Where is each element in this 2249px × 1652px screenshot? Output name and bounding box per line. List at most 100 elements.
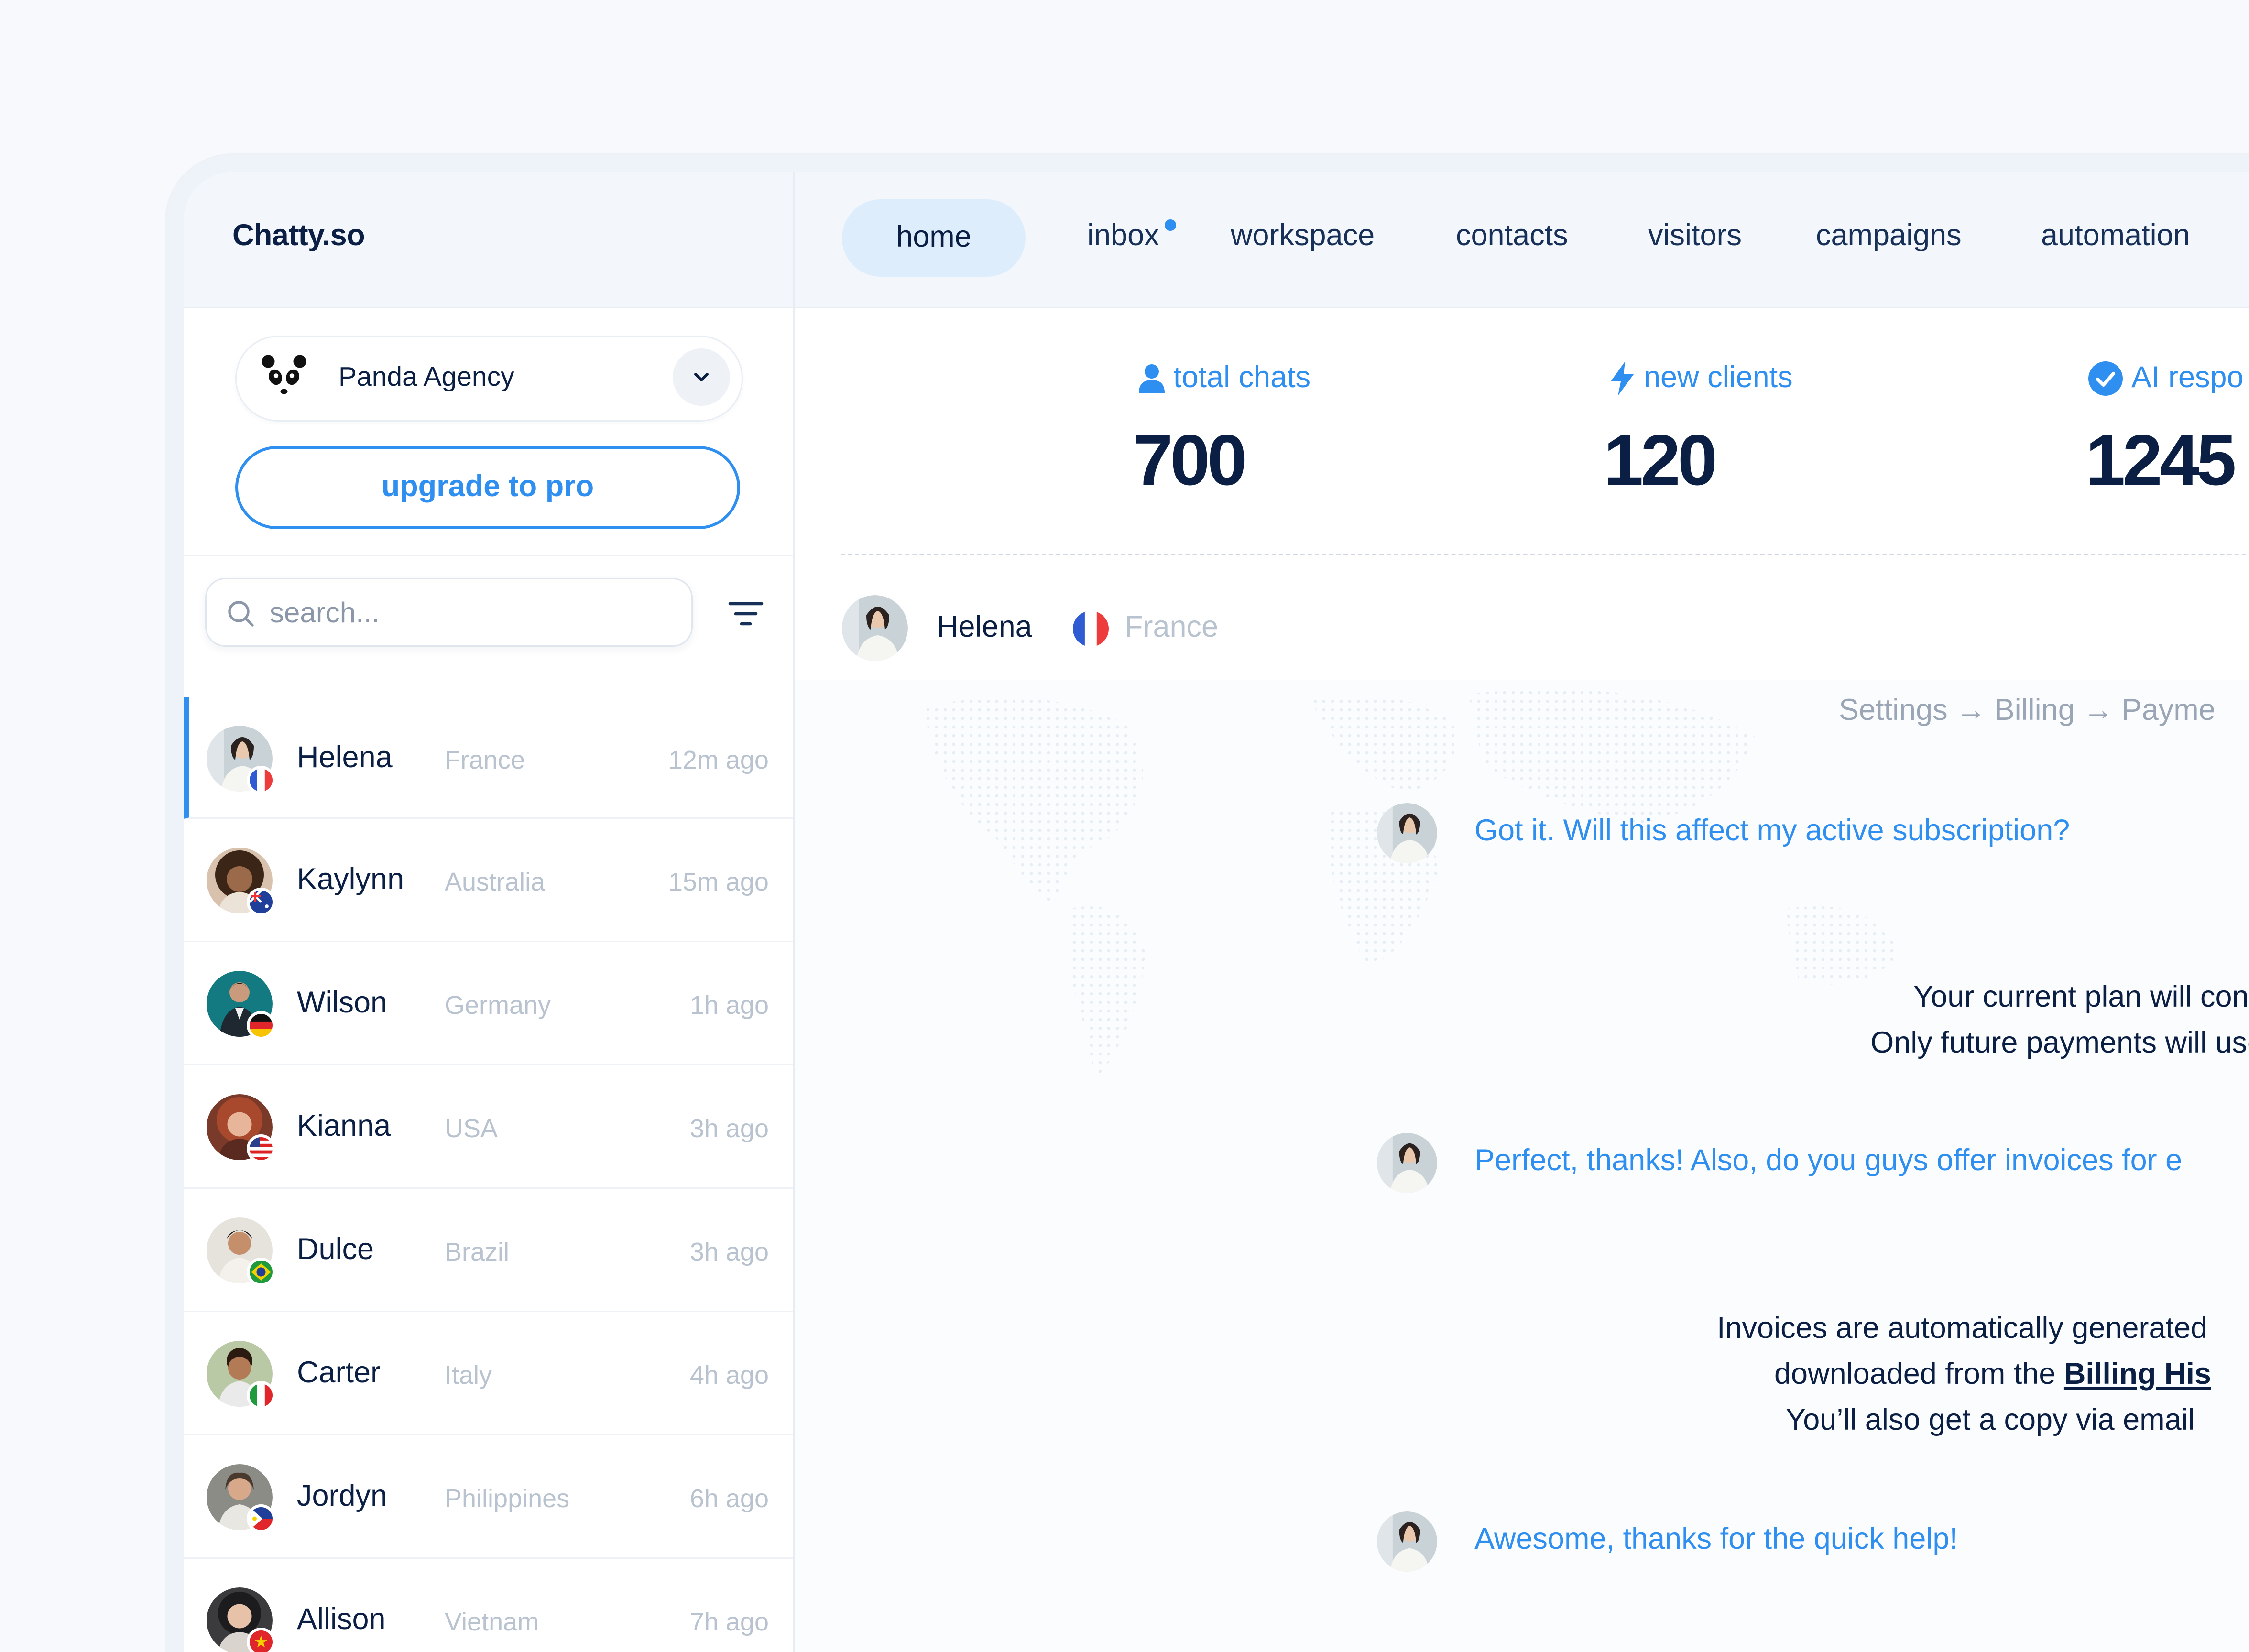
agent-reply: Invoices are automatically generated dow… [1717,1306,2211,1444]
org-switcher[interactable]: Panda Agency [235,336,743,422]
search-icon [228,601,254,627]
reply-line: Only future payments will use t [1870,1027,2249,1060]
message-text: Got it. Will this affect my active subsc… [1474,815,2070,848]
contact-name: Kianna [297,1110,391,1143]
contact-time: 6h ago [689,1484,769,1513]
contact-name: Jordyn [297,1480,388,1513]
stat-value-new-clients: 120 [1604,420,1717,500]
brand-logo[interactable]: Chatty.so [232,219,365,254]
contact-country: Vietnam [445,1608,539,1636]
chat-contact-name: Helena [937,611,1032,644]
nav-contacts[interactable]: contacts [1456,219,1568,254]
contact-time: 3h ago [689,1238,769,1266]
contact-name: Dulce [297,1233,374,1266]
org-name: Panda Agency [338,363,514,393]
contact-name: Helena [297,741,393,774]
filter-icon[interactable] [726,597,766,631]
nav-workspace[interactable]: workspace [1231,219,1375,254]
search-box[interactable] [205,578,693,647]
flag-australia-icon [247,888,275,916]
contact-time: 15m ago [668,868,769,896]
contact-name: Allison [297,1603,386,1636]
stat-label-text: AI respo [2131,361,2244,394]
dashed-divider [841,554,2249,555]
stat-value-total-chats: 700 [1133,420,1247,500]
contact-country: Philippines [445,1484,570,1513]
stage: Chatty.so Panda Agency upgrade to pro se… [0,0,2249,1652]
stat-label-total-chats: total chats [1139,361,1310,396]
contact-row[interactable]: Allison Vietnam 7h ago [184,1559,793,1652]
contact-row[interactable]: Jordyn Philippines 6h ago [184,1435,793,1559]
contact-country: Brazil [445,1238,510,1266]
avatar [207,848,275,916]
contact-name: Carter [297,1357,381,1390]
avatar [207,1217,275,1286]
stat-label-new-clients: new clients [1609,361,1793,396]
contact-country: Italy [445,1361,492,1390]
reply-line: downloaded from the Billing His [1717,1352,2211,1398]
panda-icon [262,355,306,402]
brand-bar: Chatty.so [184,172,793,308]
message-avatar [1377,1511,1437,1572]
avatar [207,1341,275,1410]
breadcrumb: Settings → Billing → Payme [1839,694,2216,727]
flag-italy-icon [247,1381,275,1410]
message-avatar [1377,803,1437,863]
chat-contact-country: France [1124,611,1219,644]
nav-home[interactable]: home [842,199,1026,277]
message-text: Perfect, thanks! Also, do you guys offer… [1474,1144,2183,1177]
stat-label-ai-responses: AI respo [2088,361,2244,396]
contact-time: 1h ago [689,991,769,1020]
nav-automation[interactable]: automation [2041,219,2190,254]
app-window: Chatty.so Panda Agency upgrade to pro se… [184,172,2249,1652]
flag-vietnam-icon [247,1628,275,1652]
bolt-icon [1611,361,1634,396]
contact-time: 7h ago [689,1608,769,1636]
avatar [207,971,275,1040]
chevron-down-icon [694,373,709,381]
chat-header: Helena France [795,556,2249,681]
contact-country: France [445,746,525,774]
contact-list: Helena France 12m ago Kaylynn Australia … [184,697,793,1652]
sidebar: Chatty.so Panda Agency upgrade to pro se… [184,172,795,1652]
contact-row[interactable]: Carter Italy 4h ago [184,1312,793,1435]
contact-row[interactable]: Dulce Brazil 3h ago [184,1189,793,1312]
contact-row[interactable]: Wilson Germany 1h ago [184,942,793,1065]
flag-france-icon [1073,611,1109,647]
user-icon [1139,364,1165,393]
search-input[interactable] [267,591,674,637]
stat-label-text: total chats [1173,361,1311,394]
contact-row[interactable]: Kaylynn Australia 15m ago [184,819,793,942]
message-avatar [1377,1133,1437,1193]
flag-philippines-icon [247,1504,275,1533]
flag-germany-icon [247,1011,275,1040]
reply-line: Invoices are automatically generated [1717,1312,2208,1345]
contact-country: Germany [445,991,551,1020]
nav-inbox[interactable]: inbox [1087,219,1159,254]
upgrade-button[interactable]: upgrade to pro [235,446,740,529]
contact-row[interactable]: Helena France 12m ago [184,697,793,819]
reply-line: Your current plan will contin [1913,981,2249,1014]
billing-history-link[interactable]: Billing His [2064,1358,2211,1391]
contact-name: Kaylynn [297,863,404,896]
stats-panel: total chats 700 new clients 120 AI respo… [795,307,2249,565]
reply-line: You’ll also get a copy via email [1786,1404,2195,1437]
contact-time: 12m ago [668,746,769,774]
reply-text: downloaded from the [1774,1358,2064,1391]
nav-campaigns[interactable]: campaigns [1816,219,1962,254]
stat-label-text: new clients [1644,361,1793,394]
avatar [207,726,275,794]
contact-name: Wilson [297,987,388,1020]
contact-row[interactable]: Kianna USA 3h ago [184,1065,793,1189]
contact-country: USA [445,1114,498,1143]
chat-body: Settings → Billing → Payme Got it. Will … [795,680,2249,1652]
avatar [207,1587,275,1652]
flag-usa-icon [247,1134,275,1163]
chevron-down-button[interactable] [673,348,730,406]
chat-contact-avatar [842,595,908,661]
flag-brazil-icon [247,1258,275,1286]
stat-value-ai-responses: 1245 [2085,420,2237,500]
unread-dot [1165,219,1176,231]
nav-visitors[interactable]: visitors [1648,219,1742,254]
flag-france-icon [247,766,275,794]
